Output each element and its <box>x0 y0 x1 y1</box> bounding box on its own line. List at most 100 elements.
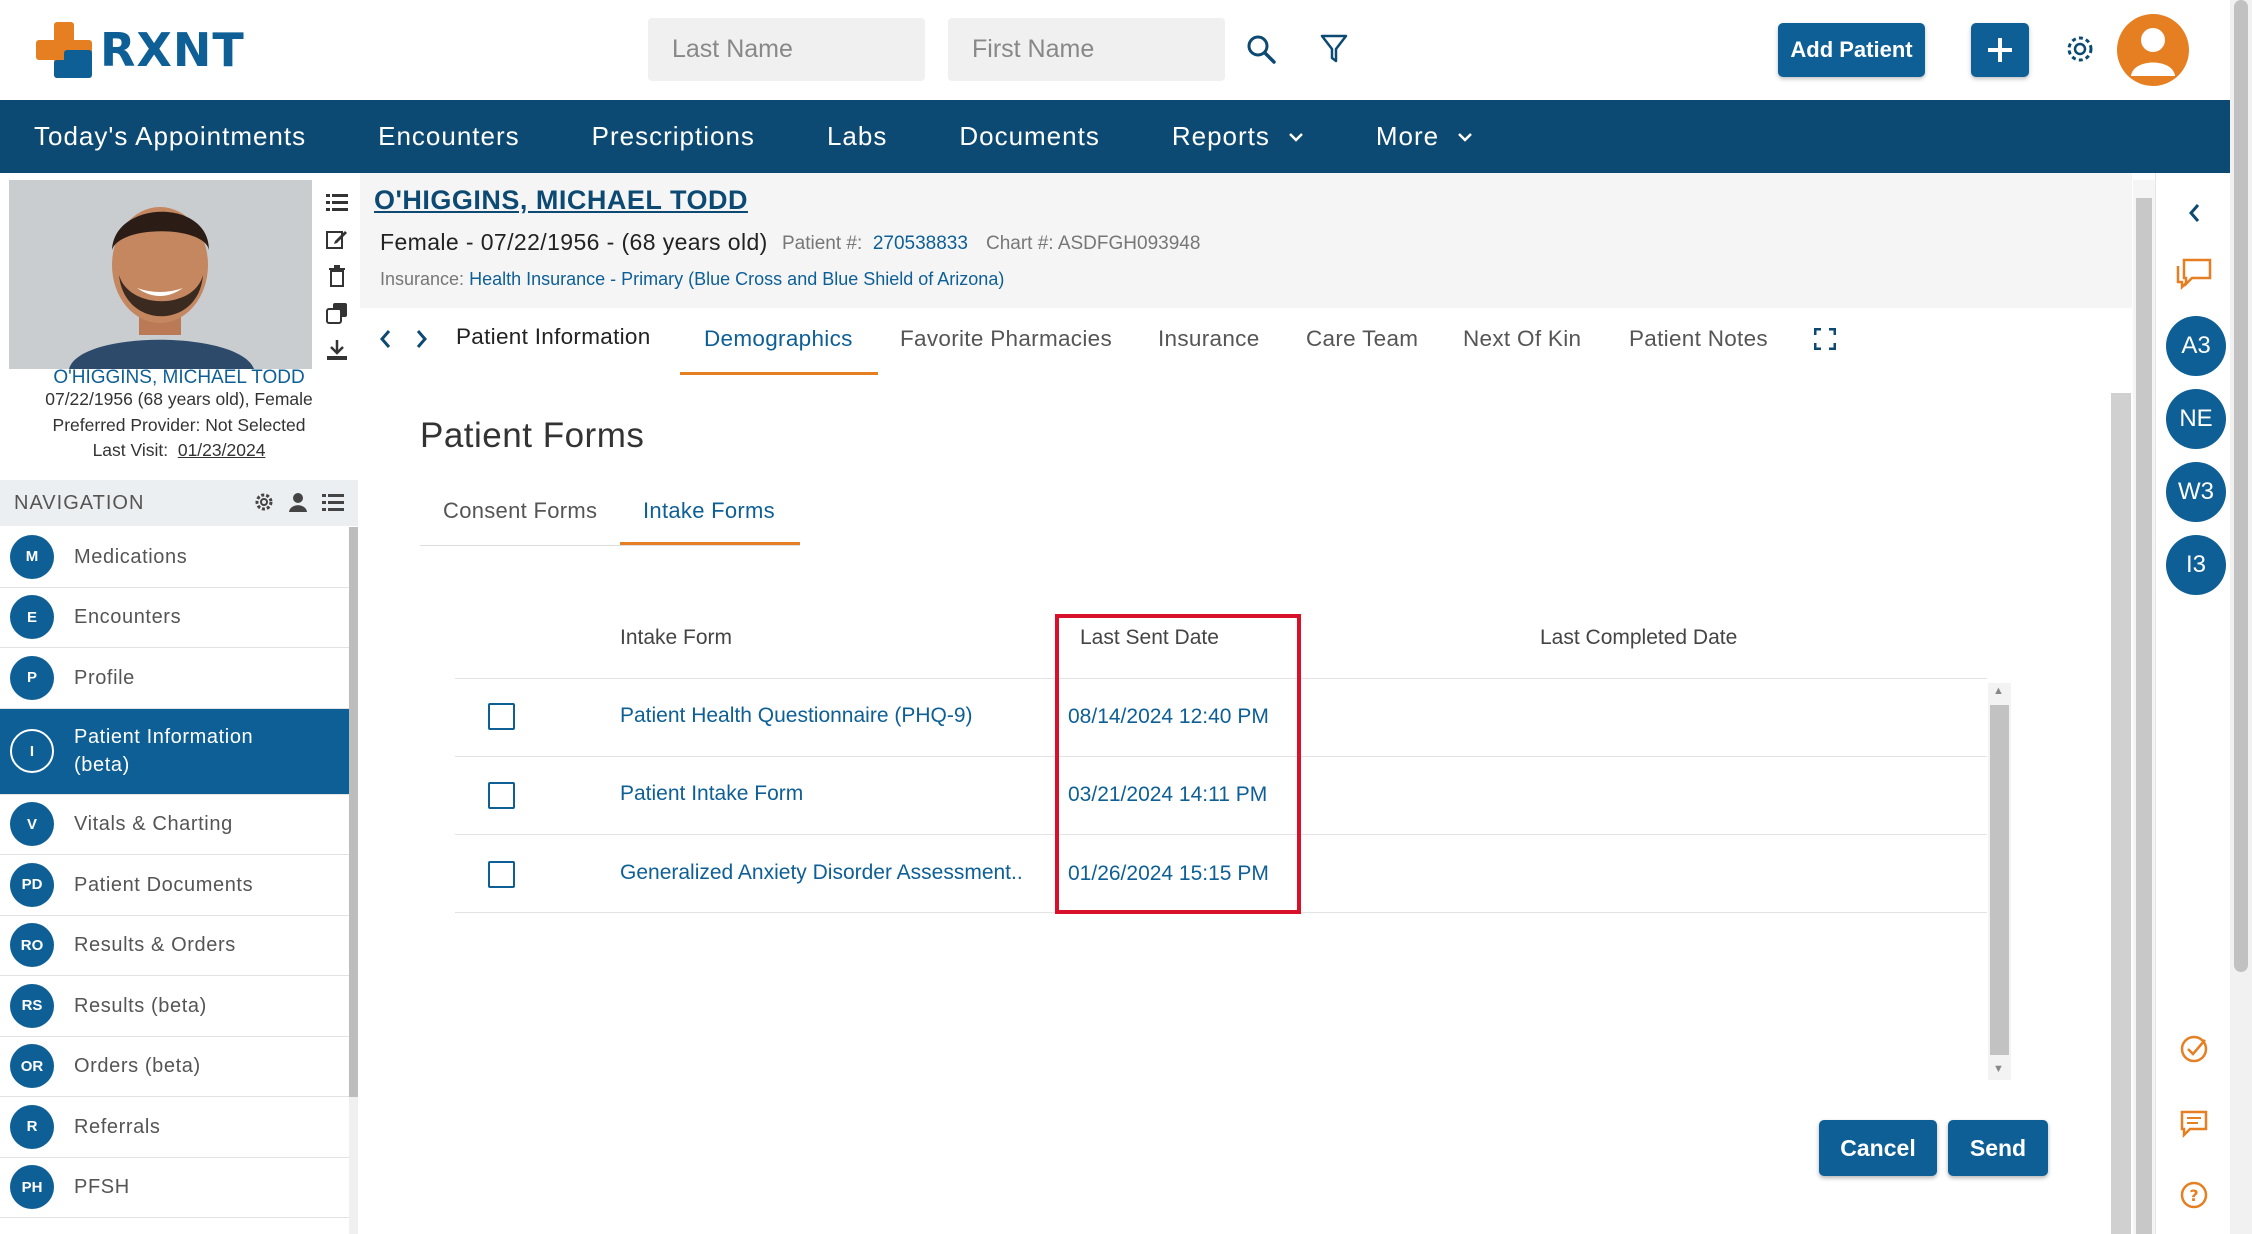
scroll-up-icon[interactable]: ▲ <box>1993 685 2004 697</box>
rail-user-w3[interactable]: W3 <box>2166 462 2226 522</box>
nav-encounters[interactable]: Encounters <box>378 121 520 152</box>
gear-icon[interactable] <box>2059 28 2101 70</box>
sidebar-item-encounters[interactable]: E Encounters <box>0 587 349 648</box>
quick-add-button[interactable] <box>1971 23 2029 77</box>
tabs-next-icon[interactable] <box>415 328 429 356</box>
patient-tabs: Patient Information Demographics Favorit… <box>360 308 2132 376</box>
rail-user-a3[interactable]: A3 <box>2166 316 2226 376</box>
column-header-intake-form: Intake Form <box>620 626 733 649</box>
add-patient-button[interactable]: Add Patient <box>1778 23 1925 77</box>
sidebar-item-profile[interactable]: P Profile <box>0 648 349 709</box>
sidebar-item-results-orders[interactable]: RO Results & Orders <box>0 915 349 976</box>
search-icon[interactable] <box>1240 28 1282 70</box>
main-scroll-thumb[interactable] <box>2136 198 2152 1234</box>
patient-number-value: 270538833 <box>872 233 968 254</box>
window-scroll-thumb[interactable] <box>2234 0 2248 972</box>
nav-reports[interactable]: Reports <box>1172 121 1304 152</box>
table-scroll-thumb[interactable] <box>1990 705 2009 1055</box>
filter-icon[interactable] <box>1313 28 1355 70</box>
nav-prescriptions[interactable]: Prescriptions <box>592 121 755 152</box>
last-visit-date[interactable]: 01/23/2024 <box>178 440 266 460</box>
sidebar-item-label: Results (beta) <box>74 994 207 1017</box>
window-scrollbar[interactable] <box>2230 0 2252 1234</box>
patient-number: Patient #: 270538833 <box>782 233 968 255</box>
nav-label: Today's Appointments <box>34 121 307 151</box>
table-scrollbar[interactable]: ▲ ▼ <box>1988 683 2011 1080</box>
nav-badge: PH <box>10 1165 54 1210</box>
sidebar-item-label: Results & Orders <box>74 934 236 957</box>
row-checkbox[interactable] <box>488 861 515 888</box>
tab-demographics[interactable]: Demographics <box>704 326 853 352</box>
sidebar-item-patient-information[interactable]: I Patient Information (beta) <box>0 708 349 795</box>
rxnt-logo[interactable]: RXNT <box>36 22 245 78</box>
tabs-prev-icon[interactable] <box>378 328 392 356</box>
sidebar-item-orders-beta[interactable]: OR Orders (beta) <box>0 1036 349 1097</box>
copy-icon[interactable] <box>322 294 352 331</box>
tab-patient-notes[interactable]: Patient Notes <box>1629 326 1768 352</box>
navigation-header: NAVIGATION <box>0 480 358 526</box>
sidebar-item-label: Patient Information (beta) <box>74 726 254 776</box>
sidebar-item-results-beta[interactable]: RS Results (beta) <box>0 976 349 1037</box>
sidebar-scroll-thumb[interactable] <box>349 527 358 1097</box>
navigation-title: NAVIGATION <box>14 491 145 514</box>
intake-form-name[interactable]: Generalized Anxiety Disorder Assessment.… <box>620 861 1023 885</box>
nav-todays-appointments[interactable]: Today's Appointments <box>34 121 306 152</box>
scroll-down-icon[interactable]: ▼ <box>1993 1063 2004 1075</box>
last-name-input[interactable] <box>648 18 925 81</box>
chevron-down-icon <box>1288 132 1303 142</box>
subtab-intake-forms[interactable]: Intake Forms <box>643 498 775 524</box>
sidebar-item-pfsh[interactable]: PH PFSH <box>0 1157 349 1218</box>
nav-labs[interactable]: Labs <box>827 121 887 152</box>
list-icon[interactable] <box>322 492 344 517</box>
chat-bubbles-icon[interactable] <box>2174 253 2214 293</box>
nav-more[interactable]: More <box>1376 121 1473 152</box>
nav-documents[interactable]: Documents <box>959 121 1100 152</box>
gear-icon[interactable] <box>254 492 274 517</box>
rail-user-ne[interactable]: NE <box>2166 389 2226 449</box>
tab-patient-information[interactable]: Patient Information <box>456 324 651 350</box>
sidebar-item-referrals[interactable]: R Referrals <box>0 1097 349 1158</box>
collapse-left-icon[interactable] <box>2174 193 2214 233</box>
rail-user-i3[interactable]: I3 <box>2166 535 2226 595</box>
row-checkbox[interactable] <box>488 782 515 809</box>
tab-care-team[interactable]: Care Team <box>1306 326 1418 352</box>
sidebar-item-label: Medications <box>74 545 188 568</box>
trash-icon[interactable] <box>322 257 352 294</box>
nav-label: More <box>1375 121 1440 151</box>
nav-badge: E <box>10 595 54 640</box>
main-scrollbar[interactable] <box>2133 180 2155 1234</box>
check-circle-icon[interactable] <box>2174 1029 2214 1069</box>
chevron-down-icon <box>1458 132 1473 142</box>
tab-next-of-kin[interactable]: Next Of Kin <box>1463 326 1581 352</box>
user-avatar-icon[interactable] <box>2117 14 2189 86</box>
sidebar-item-patient-documents[interactable]: PD Patient Documents <box>0 855 349 916</box>
person-icon[interactable] <box>288 492 308 517</box>
list-icon[interactable] <box>322 183 352 220</box>
tab-insurance[interactable]: Insurance <box>1158 326 1260 352</box>
content-scrollbar[interactable] <box>2111 393 2131 1234</box>
sidebar-item-medications[interactable]: M Medications <box>0 527 349 588</box>
patient-insurance: Insurance: Health Insurance - Primary (B… <box>380 269 1004 290</box>
patient-card-name[interactable]: O'HIGGINS, MICHAEL TODD <box>0 367 358 389</box>
message-icon[interactable] <box>2174 1103 2214 1143</box>
sidebar-item-vitals[interactable]: V Vitals & Charting <box>0 794 349 855</box>
tab-favorite-pharmacies[interactable]: Favorite Pharmacies <box>900 326 1112 352</box>
active-tab-indicator <box>680 372 878 375</box>
expand-icon[interactable] <box>1813 327 1837 356</box>
intake-form-name[interactable]: Patient Health Questionnaire (PHQ-9) <box>620 704 973 728</box>
patient-photo <box>9 180 312 369</box>
sidebar-scrollbar[interactable] <box>349 527 358 1234</box>
download-icon[interactable] <box>322 331 352 368</box>
patient-card-tools <box>322 183 352 368</box>
insurance-value[interactable]: Health Insurance - Primary (Blue Cross a… <box>469 269 1004 289</box>
first-name-input[interactable] <box>948 18 1225 81</box>
sidebar-item-label: Patient Documents <box>74 873 254 896</box>
intake-form-name[interactable]: Patient Intake Form <box>620 782 803 806</box>
subtab-consent-forms[interactable]: Consent Forms <box>443 498 597 524</box>
send-button[interactable]: Send <box>1948 1120 2048 1176</box>
row-checkbox[interactable] <box>488 703 515 730</box>
edit-icon[interactable] <box>322 220 352 257</box>
help-icon[interactable]: ? <box>2174 1175 2214 1215</box>
cancel-button[interactable]: Cancel <box>1819 1120 1937 1176</box>
patient-name-link[interactable]: O'HIGGINS, MICHAEL TODD <box>374 185 748 216</box>
